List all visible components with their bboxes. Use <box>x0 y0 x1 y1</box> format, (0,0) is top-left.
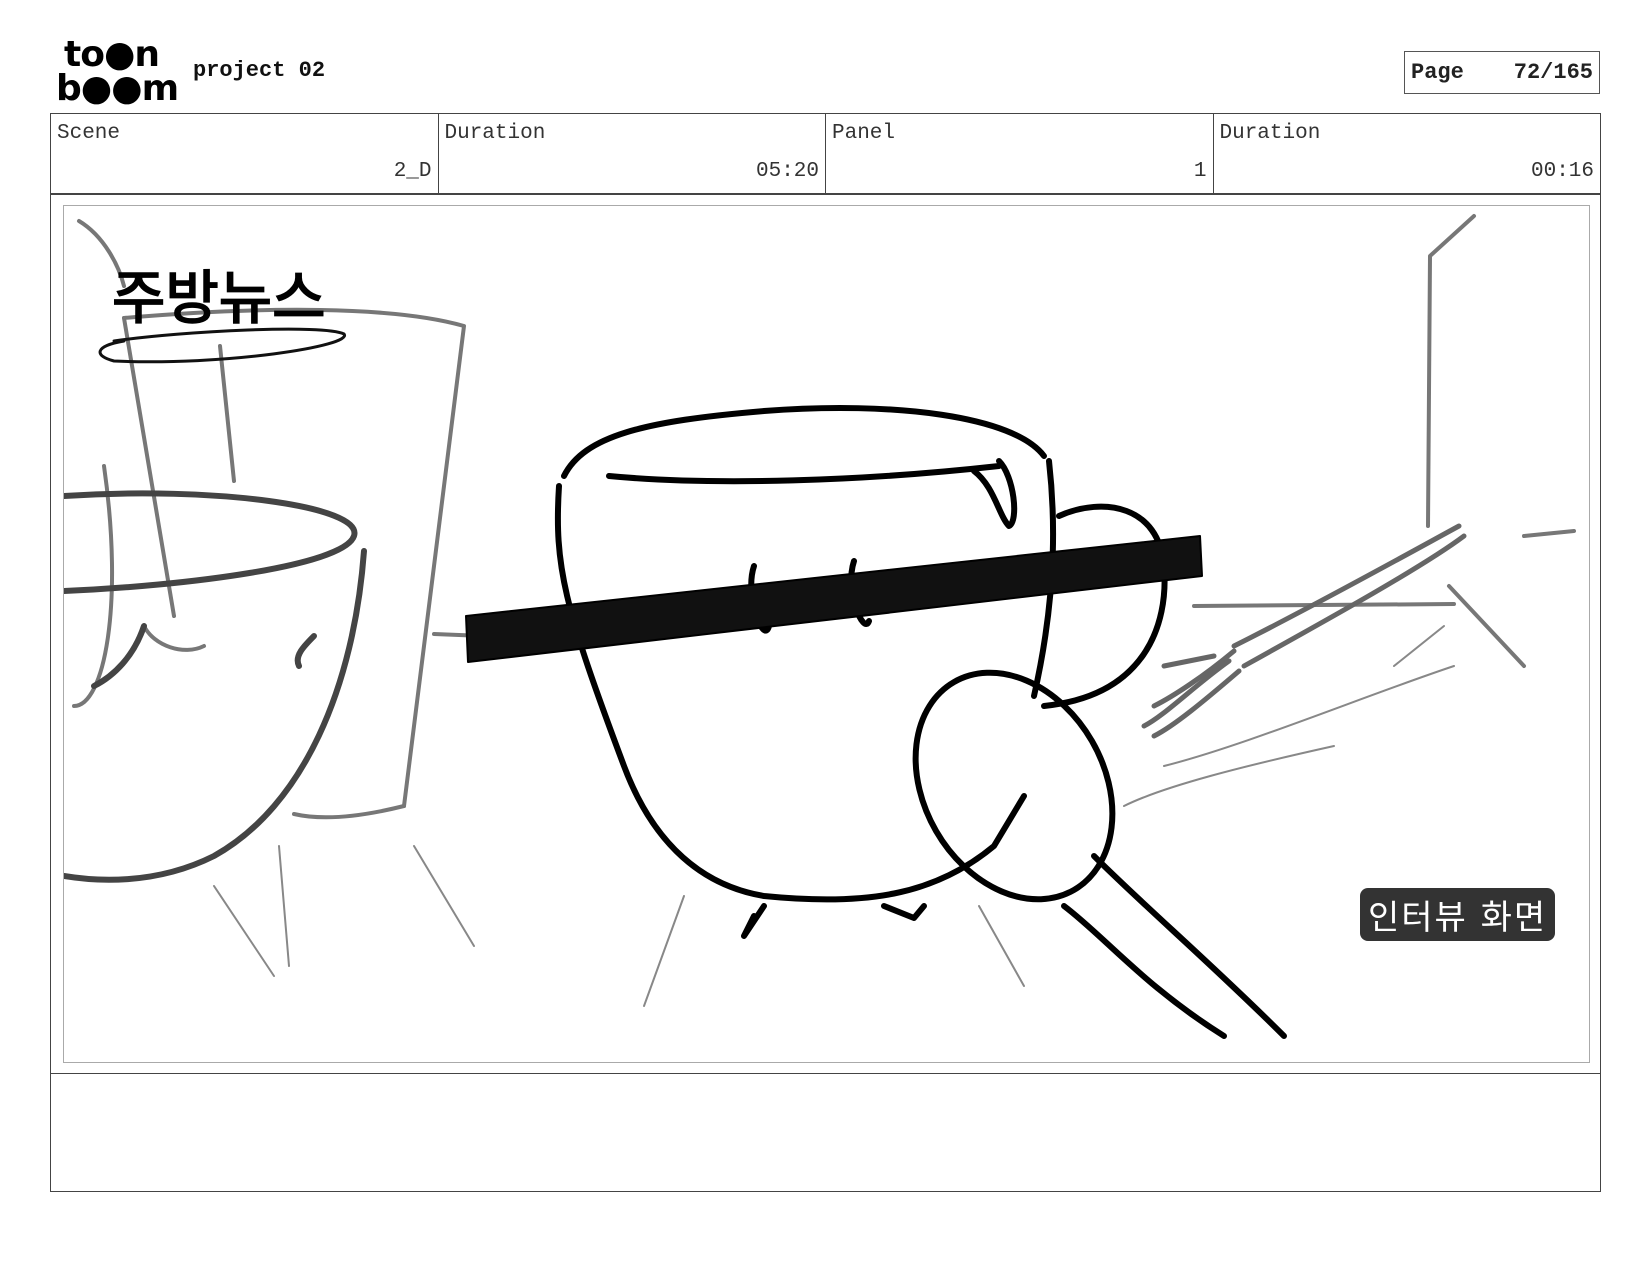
project-title: project 02 <box>193 58 326 83</box>
scene-cell: Scene 2_D <box>51 114 439 193</box>
panel-duration-label: Duration <box>1219 122 1321 145</box>
storyboard-panel-image: 주방뉴스 인터뷰 화면 <box>63 205 1590 1063</box>
scene-label: Scene <box>57 122 121 145</box>
panel-value: 1 <box>1193 160 1207 183</box>
panel-cell: Panel 1 <box>826 114 1214 193</box>
scene-duration-label: Duration <box>444 122 546 145</box>
panel-duration-value: 00:16 <box>1530 160 1594 183</box>
toonboom-logo: to●n b●●m <box>54 34 179 107</box>
page-indicator: Page 72/165 <box>1404 51 1600 94</box>
logo-bottom-text: b●●m <box>56 68 179 109</box>
scene-duration-value: 05:20 <box>755 160 819 183</box>
caption-tag: 인터뷰 화면 <box>1360 888 1556 941</box>
panel-label: Panel <box>832 122 896 145</box>
page-value: 72/165 <box>1513 60 1593 85</box>
handwritten-title: 주방뉴스 <box>112 264 325 332</box>
page-label: Page <box>1411 60 1464 85</box>
scene-info-table: Scene 2_D Duration 05:20 Panel 1 Duratio… <box>50 113 1601 194</box>
scene-value: 2_D <box>393 160 432 183</box>
panel-notes-box <box>50 1074 1601 1192</box>
logo-top-text: to●n <box>64 34 160 75</box>
panel-duration-cell: Duration 00:16 <box>1214 114 1601 193</box>
storyboard-panel-frame: 주방뉴스 인터뷰 화면 <box>50 194 1601 1074</box>
scene-duration-cell: Duration 05:20 <box>439 114 826 193</box>
